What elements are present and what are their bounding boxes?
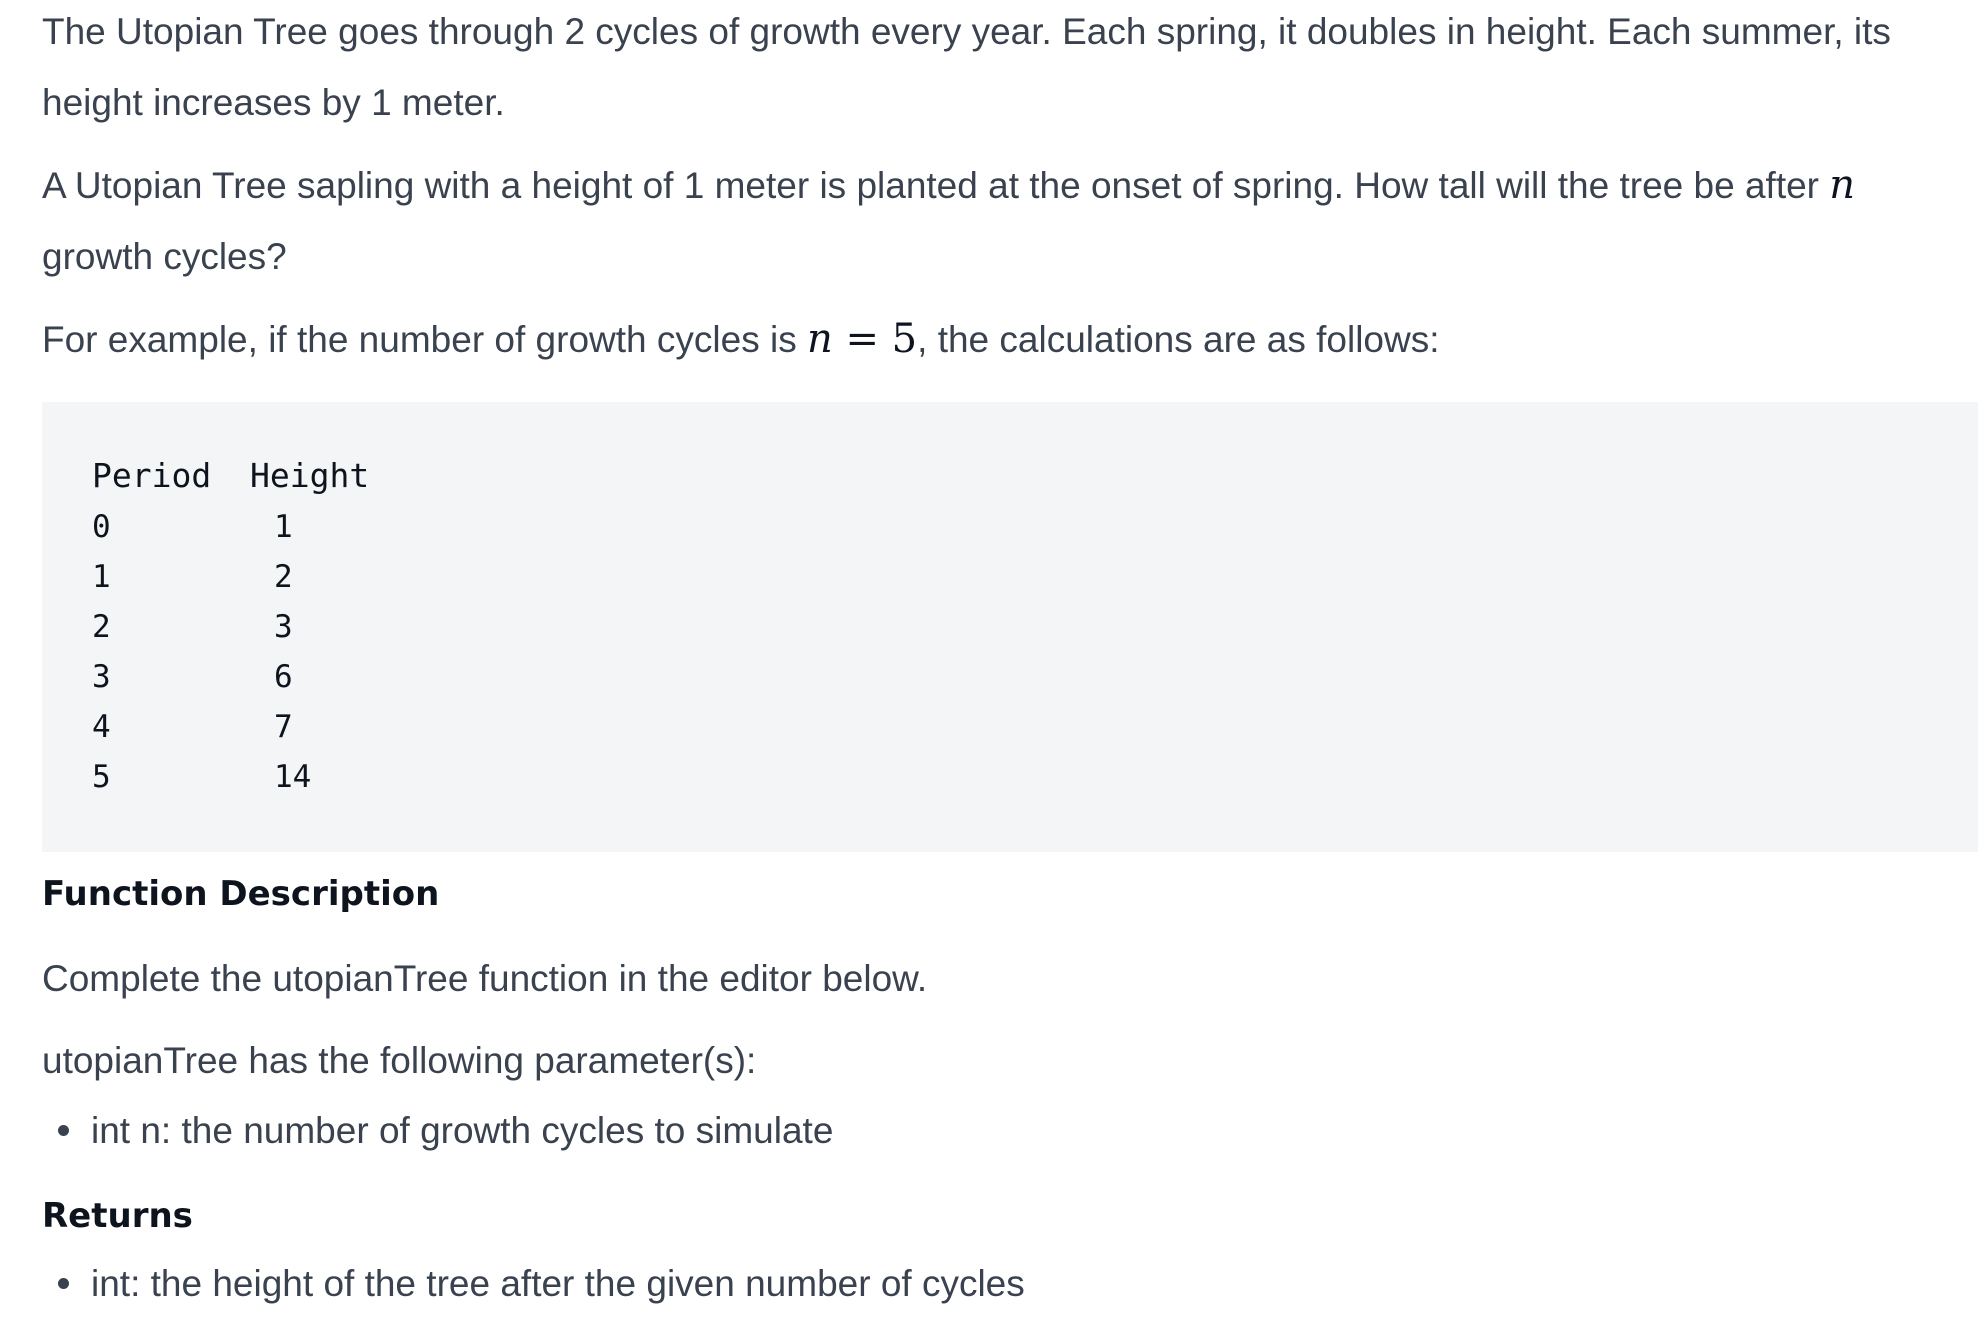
period-cell: 2 [92, 609, 111, 645]
period-cell: 4 [92, 709, 111, 745]
intro-paragraph-3: For example, if the number of growth cyc… [42, 304, 1986, 375]
returns-heading: Returns [42, 1196, 193, 1236]
period-cell: 5 [92, 759, 111, 795]
function-description-line-1: Complete the utopianTree function in the… [42, 958, 928, 999]
intro-p2-text-end: growth cycles? [42, 236, 287, 277]
column-header-period: Period [92, 456, 212, 495]
height-cell: 7 [274, 709, 293, 745]
math-equals-five: = 5 [832, 316, 918, 362]
math-variable-n: n [806, 316, 833, 362]
parameter-list-item: int n: the number of growth cycles to si… [58, 1110, 833, 1152]
period-cell: 0 [92, 509, 111, 545]
table-row: 5 14 [92, 752, 434, 802]
intro-p3-text-start: For example, if the number of growth cyc… [42, 319, 807, 360]
example-code-block: Period Height 0 1 1 2 2 3 3 6 4 7 5 14 [42, 402, 1978, 852]
height-cell: 6 [274, 659, 293, 695]
height-cell: 1 [274, 509, 293, 545]
returns-text: int: the height of the tree after the gi… [91, 1263, 1025, 1304]
intro-p2-text-start: A Utopian Tree sapling with a height of … [42, 165, 1830, 206]
intro-paragraph-1: The Utopian Tree goes through 2 cycles o… [42, 11, 1891, 123]
period-cell: 3 [92, 659, 111, 695]
height-cell: 2 [274, 559, 293, 595]
bullet-icon [58, 1124, 69, 1136]
table-row: 0 1 [92, 502, 434, 552]
function-description-heading: Function Description [42, 874, 440, 914]
problem-statement: The Utopian Tree goes through 2 cycles o… [42, 0, 1986, 1304]
math-variable-n: n [1829, 162, 1856, 208]
period-cell: 1 [92, 559, 111, 595]
intro-paragraph-2: A Utopian Tree sapling with a height of … [42, 150, 1986, 292]
table-row: 3 6 [92, 652, 434, 702]
table-header-row: Period Height [92, 450, 434, 502]
column-header-height: Height [250, 456, 370, 495]
function-description-line-2: utopianTree has the following parameter(… [42, 1040, 757, 1081]
bullet-icon [58, 1277, 69, 1289]
height-cell: 14 [274, 759, 312, 795]
intro-p3-text-end: , the calculations are as follows: [917, 319, 1440, 360]
growth-table: Period Height 0 1 1 2 2 3 3 6 4 7 5 14 [92, 450, 434, 802]
table-row: 2 3 [92, 602, 434, 652]
parameter-text: int n: the number of growth cycles to si… [91, 1110, 834, 1151]
table-row: 4 7 [92, 702, 434, 752]
table-row: 1 2 [92, 552, 434, 602]
height-cell: 3 [274, 609, 293, 645]
returns-list-item: int: the height of the tree after the gi… [58, 1263, 1025, 1305]
